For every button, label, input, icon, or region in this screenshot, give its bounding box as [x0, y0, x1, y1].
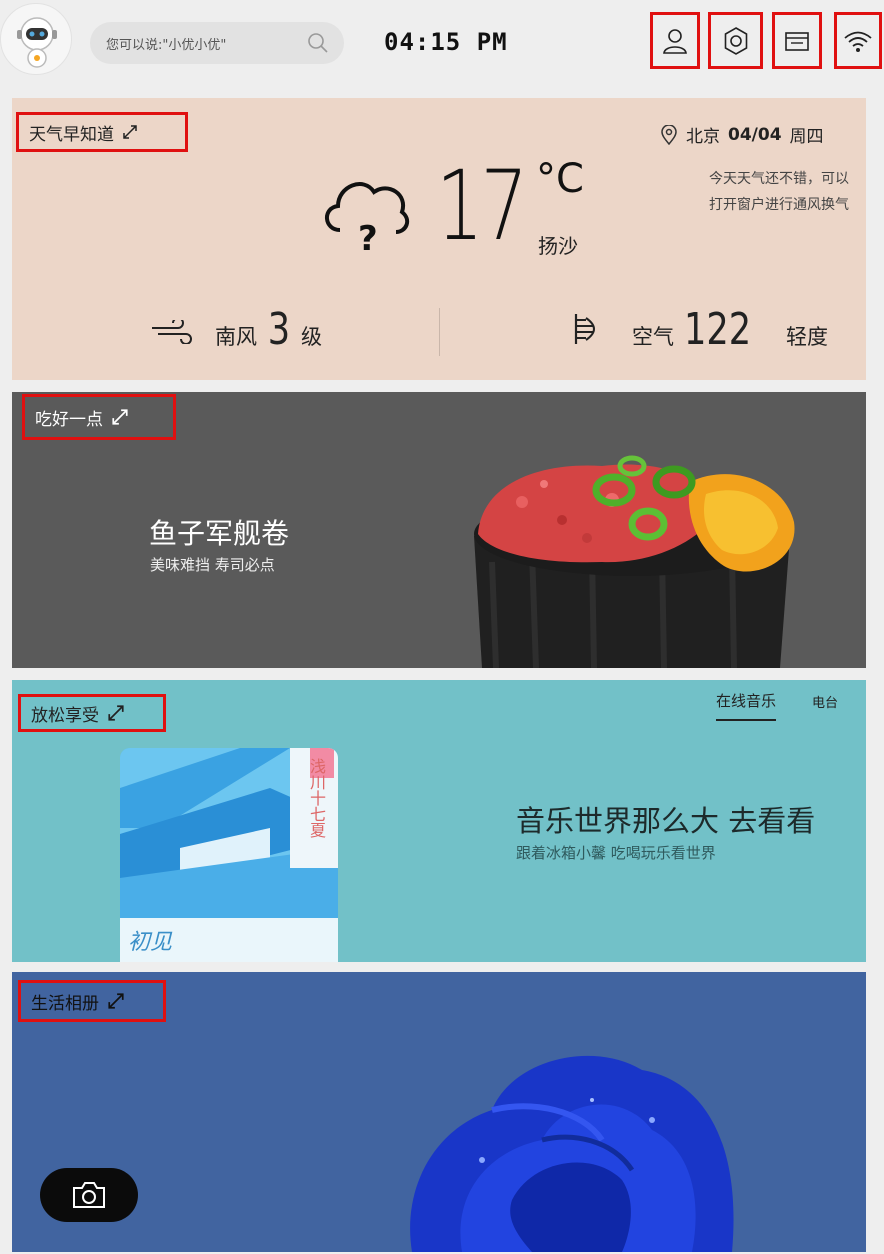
- tab-radio[interactable]: 电台: [812, 692, 838, 711]
- wind-level: 3: [267, 304, 291, 355]
- music-subtitle: 跟着冰箱小馨 吃喝玩乐看世界: [516, 844, 716, 862]
- voice-search-bar[interactable]: 您可以说:"小优小优": [90, 22, 344, 64]
- weather-unknown-cloud-icon: ?: [325, 182, 410, 254]
- search-placeholder: 您可以说:"小优小优": [106, 37, 227, 53]
- temperature-unit: °C: [536, 156, 584, 202]
- air-quality-level: 轻度: [786, 325, 828, 349]
- wifi-icon: [844, 31, 872, 52]
- expand-icon[interactable]: [122, 124, 138, 140]
- location-city: 北京: [686, 127, 720, 147]
- gear-icon: [724, 26, 747, 55]
- message-button[interactable]: [772, 12, 822, 69]
- camera-icon: [73, 1182, 105, 1208]
- album-title: 生活相册: [31, 993, 99, 1014]
- wifi-button[interactable]: [834, 12, 882, 69]
- album-cover[interactable]: 浅川十七夏 初见: [120, 748, 338, 962]
- food-card[interactable]: 吃好一点 鱼子军舰卷 美味难挡 寿司必点: [12, 392, 866, 668]
- clock: 04:15 PM: [384, 28, 508, 56]
- blue-rose-image: [410, 1055, 734, 1252]
- album-vertical-text: 浅川十七夏: [307, 758, 326, 838]
- location-date: 北京 04/04 周四: [660, 122, 824, 147]
- expand-icon[interactable]: [107, 704, 125, 722]
- weather-tip-line-2: 打开窗户进行通风换气: [709, 197, 849, 213]
- temperature: 17: [436, 150, 528, 262]
- weekday: 周四: [789, 127, 824, 147]
- food-card-header[interactable]: 吃好一点: [22, 394, 176, 440]
- music-title: 放松享受: [31, 705, 99, 726]
- wind-unit: 级: [301, 325, 322, 349]
- album-card[interactable]: 生活相册: [12, 972, 866, 1252]
- air-value: 122: [684, 304, 752, 355]
- food-title: 吃好一点: [35, 409, 103, 430]
- location-pin-icon: [661, 124, 677, 145]
- expand-icon[interactable]: [107, 992, 125, 1010]
- weather-divider: [439, 308, 440, 356]
- svg-text:?: ?: [358, 219, 378, 254]
- air-label: 空气: [632, 325, 674, 349]
- dish-subtitle: 美味难挡 寿司必点: [150, 556, 275, 574]
- expand-icon[interactable]: [111, 408, 129, 426]
- message-icon: [785, 31, 809, 51]
- sushi-image: [474, 455, 795, 668]
- user-icon: [663, 28, 687, 54]
- date: 04/04: [728, 124, 782, 145]
- air-quality-icon: [574, 314, 595, 344]
- user-button[interactable]: [650, 12, 700, 69]
- weather-tip: 今天天气还不错，可以 打开窗户进行通风换气: [669, 166, 849, 218]
- wind-direction: 南风: [215, 325, 257, 349]
- dish-name: 鱼子军舰卷: [149, 517, 290, 550]
- search-icon[interactable]: [306, 31, 330, 55]
- weather-title: 天气早知道: [29, 124, 114, 145]
- camera-button[interactable]: [40, 1168, 138, 1222]
- weather-tip-line-1: 今天天气还不错，可以: [709, 171, 849, 187]
- music-card-header[interactable]: 放松享受: [18, 694, 166, 732]
- weather-card[interactable]: 天气早知道 北京 04/04 周四 今天天气还不错，可以 打开窗户进行通风换气 …: [12, 98, 866, 380]
- weather-card-header[interactable]: 天气早知道: [16, 112, 188, 152]
- wind-info: 南风 3 级: [215, 304, 322, 355]
- album-bottom-text: 初见: [128, 930, 173, 955]
- music-headline: 音乐世界那么大 去看看: [516, 804, 816, 838]
- air-info: 空气 122 轻度: [632, 304, 828, 355]
- tab-online-music[interactable]: 在线音乐: [716, 690, 777, 721]
- robot-icon: [17, 17, 57, 68]
- robot-avatar[interactable]: [0, 3, 72, 75]
- weather-condition: 扬沙: [538, 234, 578, 258]
- album-card-header[interactable]: 生活相册: [18, 980, 166, 1022]
- music-card[interactable]: 放松享受 在线音乐 电台 浅川十七夏 初见 音乐世界那么大 去看看 跟着冰箱小馨…: [12, 680, 866, 962]
- settings-button[interactable]: [708, 12, 763, 69]
- wind-icon: [152, 320, 192, 344]
